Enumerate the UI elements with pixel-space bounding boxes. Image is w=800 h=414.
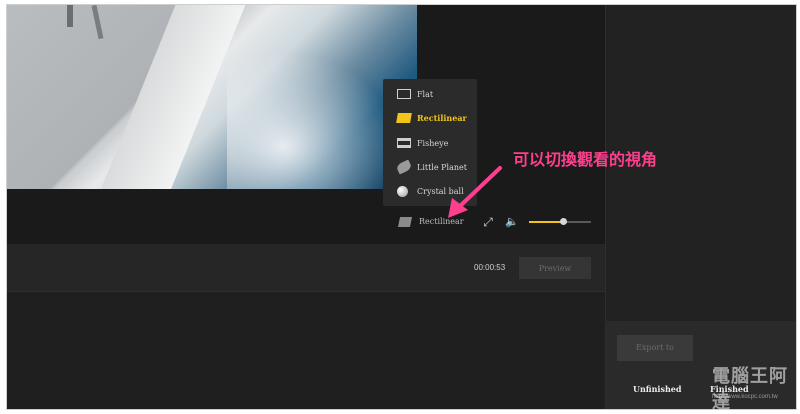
little-planet-icon [395, 159, 413, 175]
volume-knob[interactable] [560, 218, 568, 225]
menu-item-rectilinear[interactable]: Rectilinear [383, 107, 477, 129]
timeline-bar [7, 244, 605, 291]
app-window: Flat Rectilinear Fisheye Little Planet C… [6, 4, 797, 410]
watermark-url: http://www.kocpc.com.tw [712, 394, 778, 400]
menu-item-flat[interactable]: Flat [383, 83, 477, 105]
tab-unfinished[interactable]: Unfinished [633, 384, 681, 394]
boat-rail [91, 5, 104, 40]
annotation-callout: 可以切換觀看的視角 [513, 150, 658, 169]
crystal-ball-icon [397, 185, 408, 197]
menu-item-fisheye[interactable]: Fisheye [383, 132, 477, 154]
flat-icon [397, 89, 411, 99]
boat-rail [67, 5, 73, 27]
watermark-logo: 電腦王阿達 [712, 366, 788, 413]
timecode: 00:00:53 [474, 263, 506, 272]
rectilinear-icon[interactable] [397, 217, 413, 227]
fisheye-icon [397, 138, 411, 148]
volume-fill [529, 221, 564, 223]
menu-item-label: Rectilinear [417, 113, 467, 123]
video-frame[interactable] [7, 5, 417, 189]
volume-slider[interactable] [529, 218, 591, 225]
rectilinear-icon [396, 113, 412, 123]
clip-panel [7, 291, 605, 409]
menu-item-label: Flat [417, 89, 434, 99]
export-button[interactable]: Export to [617, 335, 693, 361]
annotation-arrow [448, 166, 502, 218]
preview-button[interactable]: Preview [519, 257, 591, 279]
menu-item-label: Fisheye [417, 138, 449, 148]
